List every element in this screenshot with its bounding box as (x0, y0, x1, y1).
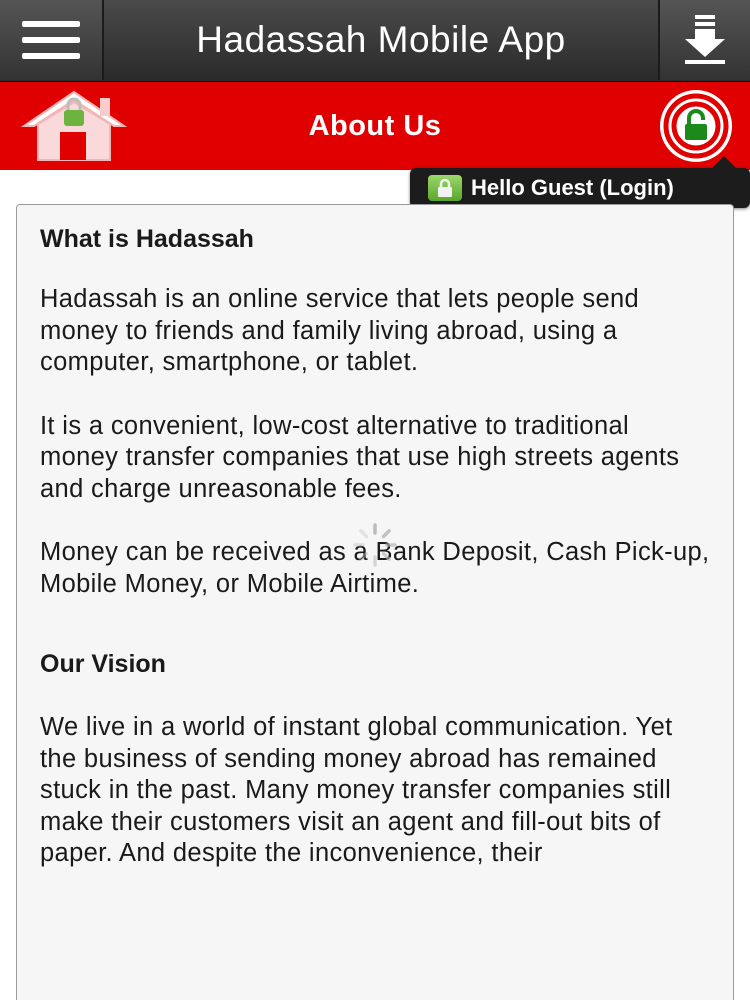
lock-small-icon (428, 175, 462, 201)
page-title: About Us (308, 109, 442, 142)
login-button[interactable] (654, 88, 738, 164)
guest-login-tooltip[interactable]: Hello Guest (Login) (410, 156, 750, 208)
download-button[interactable] (658, 0, 750, 80)
app-title: Hadassah Mobile App (196, 19, 566, 60)
paragraph: We live in a world of instant global com… (40, 713, 673, 867)
hamburger-menu-icon (22, 21, 80, 27)
paragraph: Hadassah is an online service that lets … (40, 285, 640, 376)
app-top-bar: Hadassah Mobile App (0, 0, 750, 82)
page-header: About Us (0, 82, 750, 170)
about-content-card: What is Hadassah Hadassah is an online s… (16, 204, 734, 1000)
paragraph: It is a convenient, low-cost alternative… (40, 411, 680, 503)
menu-button[interactable] (0, 0, 104, 80)
lock-icon (660, 90, 732, 162)
loading-spinner-icon (353, 523, 397, 567)
guest-login-label: Hello Guest (Login) (471, 175, 674, 200)
section-heading-what-is: What is Hadassah (40, 225, 254, 253)
section-heading-vision: Our Vision (40, 650, 166, 678)
download-icon (685, 15, 725, 64)
